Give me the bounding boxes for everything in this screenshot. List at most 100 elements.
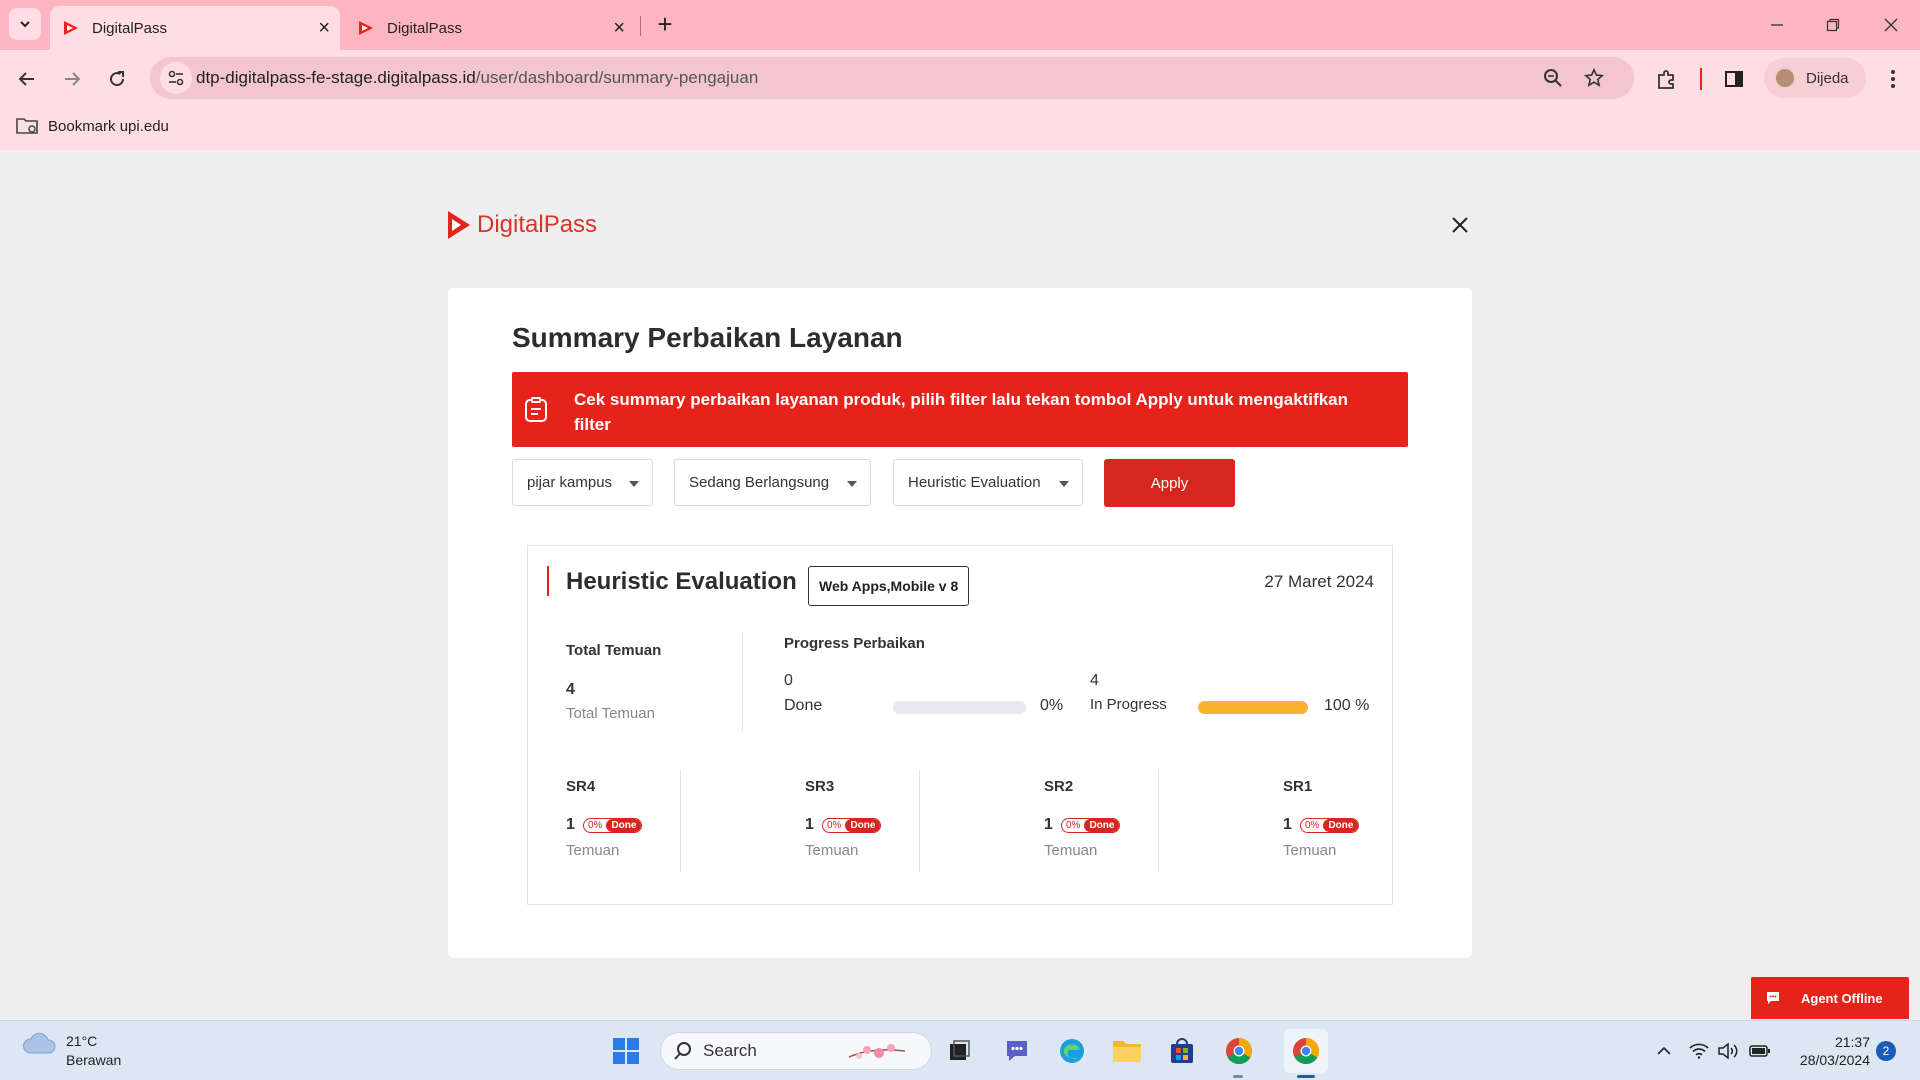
product-filter-value: pijar kampus — [527, 474, 613, 491]
wifi-button[interactable] — [1687, 1041, 1711, 1061]
sr-percent: 0% — [1066, 820, 1081, 831]
folder-icon — [16, 118, 38, 134]
status-filter-select[interactable]: Sedang Berlangsung — [674, 459, 871, 506]
browser-menu-button[interactable] — [1876, 62, 1910, 96]
zoom-button[interactable] — [1540, 65, 1566, 91]
start-button[interactable] — [608, 1033, 644, 1069]
sr-status-badge: 0% Done — [1300, 818, 1360, 833]
show-hidden-icons-button[interactable] — [1652, 1041, 1676, 1061]
page-title: Summary Perbaikan Layanan — [512, 322, 903, 353]
evaluation-card: Heuristic Evaluation Web Apps,Mobile v 8… — [527, 545, 1393, 905]
search-icon — [674, 1042, 691, 1060]
tab-digitalpass-1[interactable]: DigitalPass × — [50, 6, 340, 50]
bookmark-star-button[interactable] — [1581, 65, 1607, 91]
close-icon — [1884, 18, 1898, 32]
teams-chat-button[interactable] — [999, 1033, 1035, 1069]
wifi-icon — [1689, 1043, 1709, 1059]
tab-digitalpass-2[interactable]: DigitalPass × — [345, 6, 635, 50]
taskbar-search[interactable]: Search — [660, 1032, 932, 1070]
logo-text: DigitalPass — [477, 211, 598, 238]
sr-sublabel: Temuan — [1044, 842, 1098, 859]
clock-time: 21:37 — [1834, 1034, 1870, 1050]
weather-widget[interactable]: 21°C Berawan — [22, 1031, 121, 1068]
status-filter-value: Sedang Berlangsung — [689, 474, 830, 491]
reload-icon — [110, 71, 125, 87]
browser-tab-bar: DigitalPass × DigitalPass × + — [0, 0, 1920, 50]
weather-description: Berawan — [66, 1052, 122, 1068]
minimize-button[interactable] — [1752, 8, 1802, 42]
back-button[interactable] — [10, 62, 44, 96]
chrome-button-1[interactable] — [1221, 1033, 1257, 1069]
battery-icon — [1749, 1045, 1770, 1057]
page-content: DigitalPass Summary Perbaikan Layanan Ce… — [0, 150, 1920, 1020]
inprogress-progress-bar — [1198, 701, 1308, 714]
url-host: dtp-digitalpass-fe-stage.digitalpass.id — [196, 68, 476, 87]
new-tab-button[interactable]: + — [650, 10, 680, 40]
side-panel-button[interactable] — [1717, 62, 1751, 96]
sr-count: 1 — [805, 816, 814, 833]
digitalpass-logo[interactable]: DigitalPass — [447, 210, 597, 240]
tab-search-button[interactable] — [9, 8, 41, 40]
bookmark-upi[interactable]: Bookmark upi.edu — [16, 117, 169, 135]
summary-card: Summary Perbaikan Layanan Cek summary pe… — [448, 288, 1472, 958]
banner-text: Cek summary perbaikan layanan produk, pi… — [574, 390, 1348, 434]
close-tab-icon[interactable]: × — [318, 18, 330, 38]
method-filter-select[interactable]: Heuristic Evaluation — [893, 459, 1083, 506]
close-window-button[interactable] — [1866, 8, 1916, 42]
extensions-button[interactable] — [1650, 62, 1684, 96]
arrow-right-icon — [65, 72, 81, 86]
taskbar: 21°C Berawan Search 21:37 28/03/2024 2 — [0, 1020, 1920, 1080]
folder-icon — [1113, 1041, 1141, 1062]
product-filter-select[interactable]: pijar kampus — [512, 459, 653, 506]
taskbar-clock[interactable]: 21:37 28/03/2024 — [1786, 1033, 1870, 1069]
puzzle-icon — [1658, 70, 1674, 89]
close-icon — [1452, 217, 1468, 233]
forward-button[interactable] — [55, 62, 89, 96]
progress-label: Progress Perbaikan — [784, 635, 925, 652]
inprogress-count: 4 — [1090, 672, 1099, 689]
agent-status-label: Agent Offline — [1801, 990, 1883, 1006]
battery-button[interactable] — [1748, 1041, 1772, 1061]
tab-title: DigitalPass — [92, 19, 168, 37]
total-temuan-label: Total Temuan — [566, 642, 662, 659]
sr-status-badge: 0% Done — [1061, 818, 1121, 833]
digitalpass-favicon-icon — [359, 21, 373, 35]
edge-button[interactable] — [1054, 1033, 1090, 1069]
profile-button[interactable]: Dijeda — [1764, 58, 1866, 98]
inprogress-percent: 100 % — [1324, 697, 1370, 714]
reload-button[interactable] — [100, 62, 134, 96]
cloud-icon — [23, 1032, 56, 1054]
arrow-left-icon — [18, 72, 34, 86]
chevron-up-icon — [1657, 1046, 1671, 1055]
chrome-button-2[interactable] — [1288, 1033, 1324, 1069]
sr-name: SR2 — [1044, 778, 1074, 795]
close-tab-icon[interactable]: × — [613, 18, 625, 38]
digitalpass-logo-icon — [448, 211, 470, 239]
evaluation-title: Heuristic Evaluation — [566, 568, 797, 595]
microsoft-store-button[interactable] — [1164, 1033, 1200, 1069]
task-view-button[interactable] — [941, 1033, 977, 1069]
method-filter-value: Heuristic Evaluation — [908, 474, 1041, 491]
address-bar[interactable]: dtp-digitalpass-fe-stage.digitalpass.id/… — [150, 57, 1634, 99]
toolbar-separator — [1700, 68, 1702, 90]
file-explorer-button[interactable] — [1109, 1033, 1145, 1069]
evaluation-date: 27 Maret 2024 — [1264, 572, 1374, 591]
sr-name: SR3 — [805, 778, 835, 795]
browser-toolbar: dtp-digitalpass-fe-stage.digitalpass.id/… — [0, 50, 1920, 108]
sr-sublabel: Temuan — [566, 842, 620, 859]
volume-button[interactable] — [1716, 1041, 1740, 1061]
sr-status-badge: 0% Done — [583, 818, 643, 833]
close-page-button[interactable] — [1448, 212, 1472, 236]
sr-name: SR1 — [1283, 778, 1313, 795]
restore-button[interactable] — [1808, 8, 1858, 42]
live-chat-button[interactable]: Agent Offline — [1751, 977, 1909, 1019]
sr-count: 1 — [1044, 816, 1053, 833]
caret-down-icon — [847, 481, 857, 487]
caret-down-icon — [1059, 481, 1069, 487]
active-indicator — [1297, 1075, 1315, 1078]
site-info-button[interactable] — [160, 62, 192, 94]
sr-percent: 0% — [1305, 820, 1320, 831]
notification-badge[interactable]: 2 — [1876, 1041, 1896, 1061]
tune-icon — [168, 70, 184, 86]
apply-button[interactable]: Apply — [1104, 459, 1235, 507]
